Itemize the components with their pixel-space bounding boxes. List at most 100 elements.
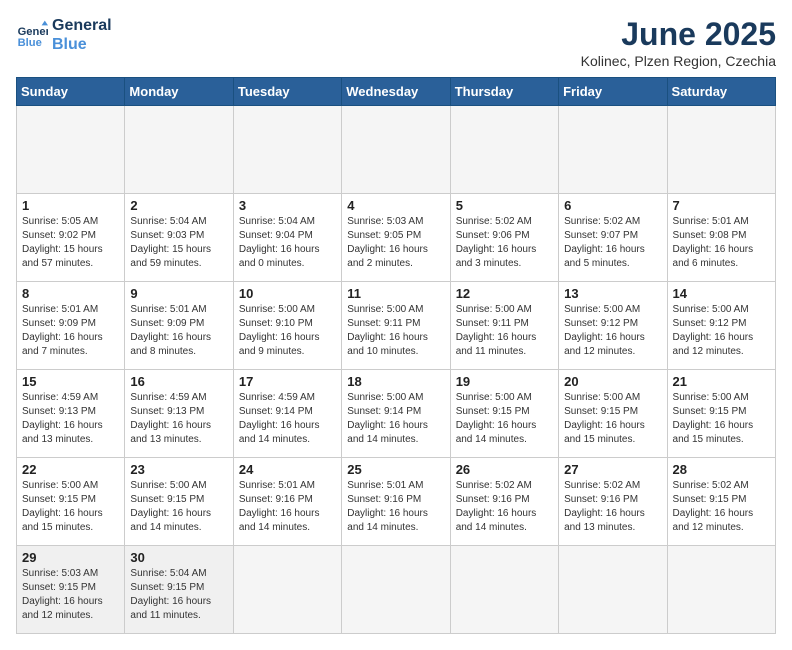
- day-number: 17: [239, 374, 336, 389]
- day-info: Sunrise: 5:00 AMSunset: 9:11 PMDaylight:…: [347, 303, 444, 359]
- table-row: 29 Sunrise: 5:03 AMSunset: 9:15 PMDayligh…: [17, 546, 125, 634]
- day-number: 20: [564, 374, 661, 389]
- table-row: 10Sunrise: 5:00 AMSunset: 9:10 PMDayligh…: [233, 282, 341, 370]
- day-number: 16: [130, 374, 227, 389]
- day-number: 9: [130, 286, 227, 301]
- table-row: 19 Sunrise: 5:00 AMSunset: 9:15 PMDayligh…: [450, 370, 558, 458]
- table-row: 24Sunrise: 5:01 AMSunset: 9:16 PMDayligh…: [233, 458, 341, 546]
- header-thursday: Thursday: [450, 78, 558, 106]
- logo: General Blue General Blue: [16, 16, 112, 54]
- calendar-week-row: 8Sunrise: 5:01 AMSunset: 9:09 PMDaylight…: [17, 282, 776, 370]
- table-row: [559, 546, 667, 634]
- header-sunday: Sunday: [17, 78, 125, 106]
- day-number: 19: [456, 374, 553, 389]
- table-row: 3Sunrise: 5:04 AMSunset: 9:04 PMDaylight…: [233, 194, 341, 282]
- table-row: [342, 106, 450, 194]
- day-number: 15: [22, 374, 119, 389]
- day-info: Sunrise: 4:59 AMSunset: 9:13 PMDaylight:…: [22, 391, 119, 447]
- title-area: June 2025 Kolinec, Plzen Region, Czechia: [581, 16, 776, 69]
- day-info: Sunrise: 5:01 AMSunset: 9:16 PMDaylight:…: [239, 479, 336, 535]
- table-row: [667, 546, 775, 634]
- table-row: [17, 106, 125, 194]
- day-info: Sunrise: 5:05 AMSunset: 9:02 PMDaylight:…: [22, 215, 119, 271]
- calendar-week-row: 22 Sunrise: 5:00 AMSunset: 9:15 PMDayligh…: [17, 458, 776, 546]
- table-row: [233, 106, 341, 194]
- day-number: 14: [673, 286, 770, 301]
- location-subtitle: Kolinec, Plzen Region, Czechia: [581, 53, 776, 69]
- header-monday: Monday: [125, 78, 233, 106]
- day-info: Sunrise: 5:00 AMSunset: 9:15 PMDaylight:…: [130, 479, 227, 535]
- day-number: 21: [673, 374, 770, 389]
- day-number: 28: [673, 462, 770, 477]
- day-number: 11: [347, 286, 444, 301]
- day-number: 13: [564, 286, 661, 301]
- table-row: 8Sunrise: 5:01 AMSunset: 9:09 PMDaylight…: [17, 282, 125, 370]
- day-number: 4: [347, 198, 444, 213]
- table-row: 4 Sunrise: 5:03 AMSunset: 9:05 PMDaylight…: [342, 194, 450, 282]
- header-tuesday: Tuesday: [233, 78, 341, 106]
- table-row: [450, 546, 558, 634]
- calendar-table: Sunday Monday Tuesday Wednesday Thursday…: [16, 77, 776, 634]
- day-info: Sunrise: 5:02 AMSunset: 9:16 PMDaylight:…: [456, 479, 553, 535]
- day-info: Sunrise: 5:00 AMSunset: 9:15 PMDaylight:…: [673, 391, 770, 447]
- table-row: 27Sunrise: 5:02 AMSunset: 9:16 PMDayligh…: [559, 458, 667, 546]
- day-info: Sunrise: 5:00 AMSunset: 9:15 PMDaylight:…: [456, 391, 553, 447]
- day-number: 2: [130, 198, 227, 213]
- day-info: Sunrise: 5:00 AMSunset: 9:14 PMDaylight:…: [347, 391, 444, 447]
- svg-text:Blue: Blue: [18, 37, 42, 49]
- table-row: 20 Sunrise: 5:00 AMSunset: 9:15 PMDayligh…: [559, 370, 667, 458]
- day-info: Sunrise: 5:03 AMSunset: 9:05 PMDaylight:…: [347, 215, 444, 271]
- table-row: 15 Sunrise: 4:59 AMSunset: 9:13 PMDayligh…: [17, 370, 125, 458]
- table-row: 21 Sunrise: 5:00 AMSunset: 9:15 PMDayligh…: [667, 370, 775, 458]
- logo-icon: General Blue: [16, 19, 48, 51]
- day-info: Sunrise: 5:00 AMSunset: 9:15 PMDaylight:…: [22, 479, 119, 535]
- day-number: 23: [130, 462, 227, 477]
- table-row: 25Sunrise: 5:01 AMSunset: 9:16 PMDayligh…: [342, 458, 450, 546]
- page-header: General Blue General Blue June 2025 Koli…: [16, 16, 776, 69]
- day-info: Sunrise: 5:00 AMSunset: 9:12 PMDaylight:…: [673, 303, 770, 359]
- table-row: 11 Sunrise: 5:00 AMSunset: 9:11 PMDayligh…: [342, 282, 450, 370]
- table-row: 1 Sunrise: 5:05 AMSunset: 9:02 PMDaylight…: [17, 194, 125, 282]
- table-row: 12Sunrise: 5:00 AMSunset: 9:11 PMDayligh…: [450, 282, 558, 370]
- table-row: 7 Sunrise: 5:01 AMSunset: 9:08 PMDaylight…: [667, 194, 775, 282]
- table-row: [342, 546, 450, 634]
- table-row: 9Sunrise: 5:01 AMSunset: 9:09 PMDaylight…: [125, 282, 233, 370]
- day-number: 22: [22, 462, 119, 477]
- day-number: 30: [130, 550, 227, 565]
- table-row: 6 Sunrise: 5:02 AMSunset: 9:07 PMDaylight…: [559, 194, 667, 282]
- logo-general: General: [52, 16, 112, 35]
- calendar-week-row: 1 Sunrise: 5:05 AMSunset: 9:02 PMDaylight…: [17, 194, 776, 282]
- svg-text:General: General: [18, 26, 48, 38]
- day-number: 6: [564, 198, 661, 213]
- day-info: Sunrise: 5:00 AMSunset: 9:10 PMDaylight:…: [239, 303, 336, 359]
- calendar-week-row: 15 Sunrise: 4:59 AMSunset: 9:13 PMDayligh…: [17, 370, 776, 458]
- table-row: [125, 106, 233, 194]
- day-number: 25: [347, 462, 444, 477]
- table-row: 30Sunrise: 5:04 AMSunset: 9:15 PMDayligh…: [125, 546, 233, 634]
- day-info: Sunrise: 5:01 AMSunset: 9:09 PMDaylight:…: [22, 303, 119, 359]
- day-info: Sunrise: 4:59 AMSunset: 9:14 PMDaylight:…: [239, 391, 336, 447]
- day-number: 26: [456, 462, 553, 477]
- day-info: Sunrise: 5:02 AMSunset: 9:07 PMDaylight:…: [564, 215, 661, 271]
- table-row: 5Sunrise: 5:02 AMSunset: 9:06 PMDaylight…: [450, 194, 558, 282]
- day-info: Sunrise: 5:03 AMSunset: 9:15 PMDaylight:…: [22, 567, 119, 623]
- day-info: Sunrise: 5:02 AMSunset: 9:15 PMDaylight:…: [673, 479, 770, 535]
- header-friday: Friday: [559, 78, 667, 106]
- day-info: Sunrise: 5:00 AMSunset: 9:15 PMDaylight:…: [564, 391, 661, 447]
- day-info: Sunrise: 5:00 AMSunset: 9:12 PMDaylight:…: [564, 303, 661, 359]
- day-number: 12: [456, 286, 553, 301]
- header-saturday: Saturday: [667, 78, 775, 106]
- day-number: 1: [22, 198, 119, 213]
- table-row: 18 Sunrise: 5:00 AMSunset: 9:14 PMDayligh…: [342, 370, 450, 458]
- table-row: [559, 106, 667, 194]
- table-row: 17 Sunrise: 4:59 AMSunset: 9:14 PMDayligh…: [233, 370, 341, 458]
- calendar-header-row: Sunday Monday Tuesday Wednesday Thursday…: [17, 78, 776, 106]
- table-row: [233, 546, 341, 634]
- day-info: Sunrise: 5:01 AMSunset: 9:08 PMDaylight:…: [673, 215, 770, 271]
- table-row: 14 Sunrise: 5:00 AMSunset: 9:12 PMDayligh…: [667, 282, 775, 370]
- day-number: 29: [22, 550, 119, 565]
- day-number: 7: [673, 198, 770, 213]
- table-row: [450, 106, 558, 194]
- day-number: 18: [347, 374, 444, 389]
- header-wednesday: Wednesday: [342, 78, 450, 106]
